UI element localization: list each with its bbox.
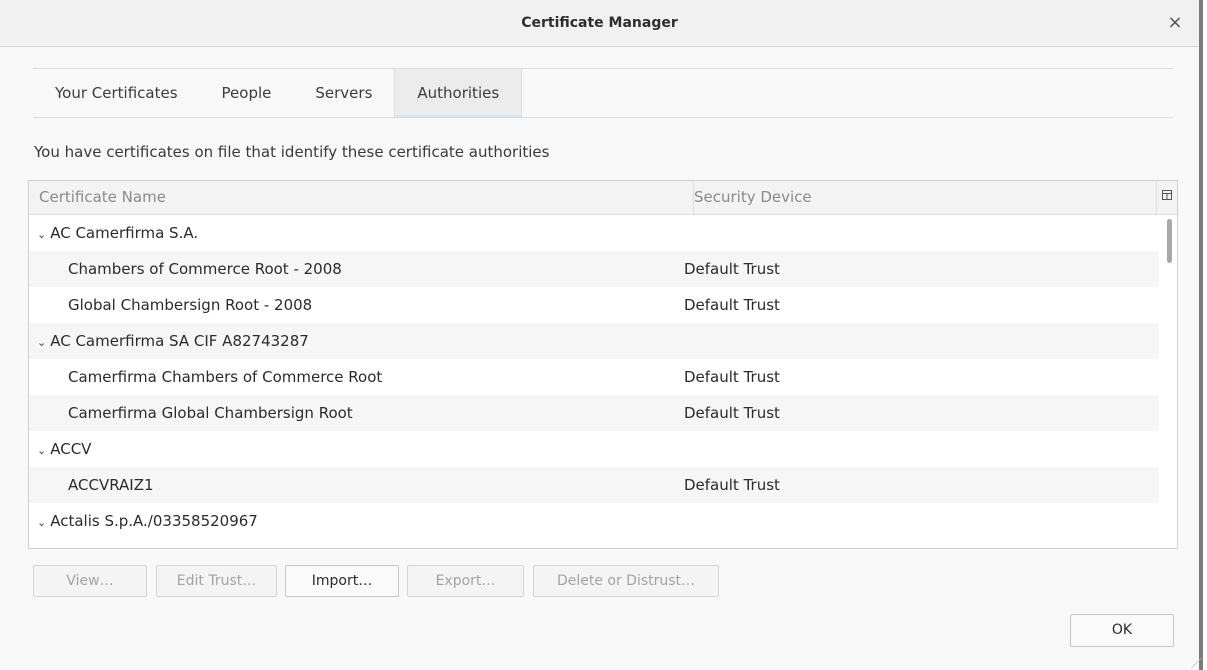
close-icon[interactable]: × xyxy=(1163,11,1187,35)
security-device: Default Trust xyxy=(684,404,780,422)
security-device: Default Trust xyxy=(684,296,780,314)
security-device: Default Trust xyxy=(684,476,780,494)
tree-row-certificate[interactable]: Global Chambersign Root - 2008 Default T… xyxy=(29,287,1159,323)
ok-button[interactable]: OK xyxy=(1070,614,1174,647)
column-picker-glyph xyxy=(1162,190,1172,200)
certificate-name: Global Chambersign Root - 2008 xyxy=(68,296,313,314)
delete-or-distrust-button[interactable]: Delete or Distrust… xyxy=(533,565,719,597)
vertical-scrollbar[interactable] xyxy=(1163,215,1177,548)
certificate-name: Camerfirma Global Chambersign Root xyxy=(68,404,353,422)
export-button[interactable]: Export… xyxy=(407,565,524,597)
certificate-name: Camerfirma Chambers of Commerce Root xyxy=(68,368,383,386)
tree-row-group[interactable]: ⌄ AC Camerfirma SA CIF A82743287 xyxy=(29,323,1159,359)
tree-row-certificate[interactable]: Chambers of Commerce Root - 2008 Default… xyxy=(29,251,1159,287)
import-button[interactable]: Import… xyxy=(285,565,399,597)
tree-row-group[interactable]: ⌄ ACCV xyxy=(29,431,1159,467)
window-title: Certificate Manager xyxy=(521,15,678,31)
tab-bar: Your Certificates People Servers Authori… xyxy=(33,69,523,117)
tab-your-certificates[interactable]: Your Certificates xyxy=(33,69,200,117)
chevron-down-icon[interactable]: ⌄ xyxy=(37,336,46,349)
group-name: AC Camerfirma S.A. xyxy=(50,224,199,242)
group-name: Actalis S.p.A./03358520967 xyxy=(50,512,258,530)
tab-servers[interactable]: Servers xyxy=(293,69,394,117)
chevron-down-icon[interactable]: ⌄ xyxy=(37,444,46,457)
certificate-tree[interactable]: Certificate Name Security Device ⌄ AC Cam… xyxy=(28,180,1178,549)
tab-authorities[interactable]: Authorities xyxy=(394,69,523,117)
tree-row-group[interactable]: ⌄ Actalis S.p.A./03358520967 xyxy=(29,503,1159,539)
certificate-name: Chambers of Commerce Root - 2008 xyxy=(68,260,342,278)
view-button[interactable]: View… xyxy=(33,565,147,597)
tree-row-certificate[interactable]: Camerfirma Chambers of Commerce Root Def… xyxy=(29,359,1159,395)
certificate-name: ACCVRAIZ1 xyxy=(68,476,154,494)
certificate-manager-dialog: Certificate Manager × Your Certificates … xyxy=(0,0,1203,670)
column-header-security-device[interactable]: Security Device xyxy=(684,181,1164,214)
security-device: Default Trust xyxy=(684,368,780,386)
group-name: ACCV xyxy=(50,440,92,458)
resize-grip[interactable] xyxy=(1181,658,1202,668)
tree-row-group[interactable]: ⌄ AC Camerfirma S.A. xyxy=(29,215,1159,251)
edit-trust-button[interactable]: Edit Trust… xyxy=(156,565,277,597)
authorities-description: You have certificates on file that ident… xyxy=(34,143,550,161)
scrollbar-thumb[interactable] xyxy=(1167,219,1172,263)
tree-row-certificate[interactable]: ACCVRAIZ1 Default Trust xyxy=(29,467,1159,503)
titlebar: Certificate Manager × xyxy=(0,0,1199,47)
group-name: AC Camerfirma SA CIF A82743287 xyxy=(50,332,309,350)
tree-row-certificate[interactable]: Camerfirma Global Chambersign Root Defau… xyxy=(29,395,1159,431)
tab-people[interactable]: People xyxy=(200,69,294,117)
column-header-certificate-name[interactable]: Certificate Name xyxy=(29,181,694,214)
tree-header: Certificate Name Security Device xyxy=(29,181,1177,215)
column-picker-icon[interactable] xyxy=(1156,181,1177,214)
tree-rows: ⌄ AC Camerfirma S.A. Chambers of Commerce… xyxy=(29,215,1159,539)
chevron-down-icon[interactable]: ⌄ xyxy=(37,228,46,241)
security-device: Default Trust xyxy=(684,260,780,278)
tabbar-divider-bottom xyxy=(33,117,1173,118)
chevron-down-icon[interactable]: ⌄ xyxy=(37,516,46,529)
